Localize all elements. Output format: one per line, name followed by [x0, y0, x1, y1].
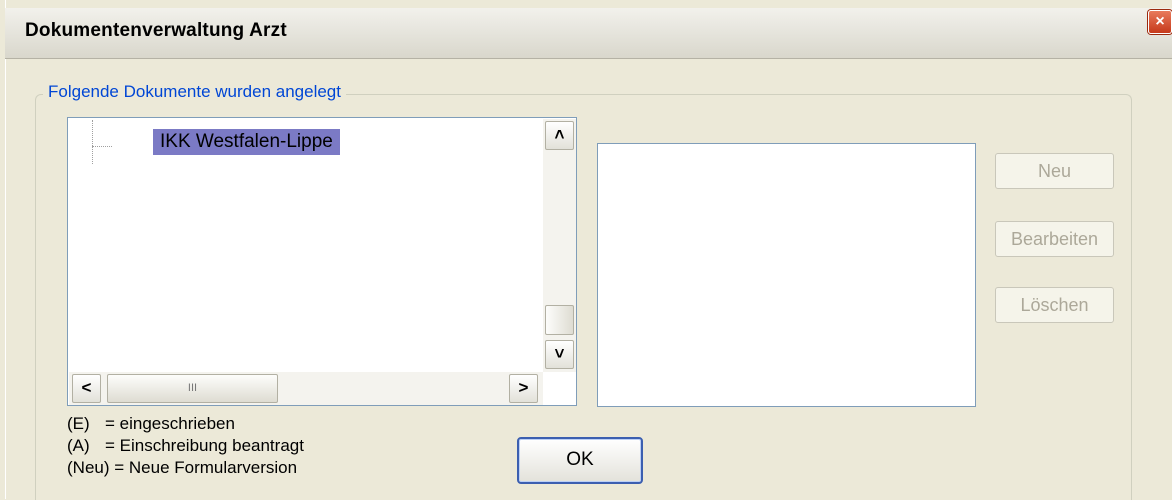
legend-text: = eingeschrieben — [105, 414, 235, 433]
legend-line-a: (A) = Einschreibung beantragt — [67, 436, 304, 456]
legend-line-e: (E) = eingeschrieben — [67, 414, 235, 434]
chevron-right-icon: > — [518, 378, 529, 397]
window-frame-edge — [0, 0, 6, 499]
vertical-scrollbar[interactable]: ˄ ˅ — [543, 119, 576, 372]
scroll-left-button[interactable]: < — [72, 374, 101, 403]
tree-item-label: IKK Westfalen-Lippe — [160, 131, 333, 152]
legend-key: (A) — [67, 436, 90, 455]
new-button-label: Neu — [1037, 161, 1072, 181]
legend-line-neu: (Neu) = Neue Formularversion — [67, 458, 297, 478]
new-button[interactable]: Neu — [995, 153, 1114, 189]
close-icon: × — [1155, 13, 1165, 30]
edit-button[interactable]: Bearbeiten — [995, 221, 1114, 257]
ok-button-label: OK — [566, 449, 594, 470]
close-button[interactable]: × — [1148, 10, 1172, 34]
dialog-window: Dokumentenverwaltung Arzt × Folgende Dok… — [0, 0, 1172, 500]
chevron-left-icon: < — [81, 378, 92, 397]
scroll-down-button[interactable]: ˅ — [545, 340, 574, 369]
legend-key: (E) — [67, 414, 90, 433]
delete-button[interactable]: Löschen — [995, 287, 1114, 323]
title-bar[interactable]: Dokumentenverwaltung Arzt × — [5, 8, 1172, 59]
chevron-down-icon: ˅ — [554, 344, 565, 363]
chevron-up-icon: ˄ — [554, 125, 565, 144]
legend-text: = Einschreibung beantragt — [105, 436, 304, 455]
legend-text: = Neue Formularversion — [114, 458, 298, 477]
tree-line — [92, 120, 94, 164]
groupbox-label: Folgende Dokumente wurden angelegt — [43, 82, 346, 102]
edit-button-label: Bearbeiten — [1010, 229, 1099, 249]
horizontal-scroll-thumb[interactable]: III — [107, 374, 278, 403]
grip-icon: III — [187, 382, 198, 394]
legend-key: (Neu) — [67, 458, 110, 477]
horizontal-scrollbar[interactable]: < III > — [69, 372, 543, 405]
window-title: Dokumentenverwaltung Arzt — [25, 20, 287, 41]
scroll-right-button[interactable]: > — [509, 374, 538, 403]
tree-item-ikk[interactable]: IKK Westfalen-Lippe — [153, 129, 340, 155]
document-details-list[interactable] — [597, 143, 976, 407]
document-tree[interactable]: IKK Westfalen-Lippe ˄ ˅ < III > — [67, 117, 577, 406]
delete-button-label: Löschen — [1020, 295, 1089, 315]
ok-button[interactable]: OK — [517, 437, 643, 484]
vertical-scroll-thumb[interactable] — [545, 305, 574, 335]
tree-branch-line — [92, 146, 112, 147]
scroll-up-button[interactable]: ˄ — [545, 121, 574, 150]
